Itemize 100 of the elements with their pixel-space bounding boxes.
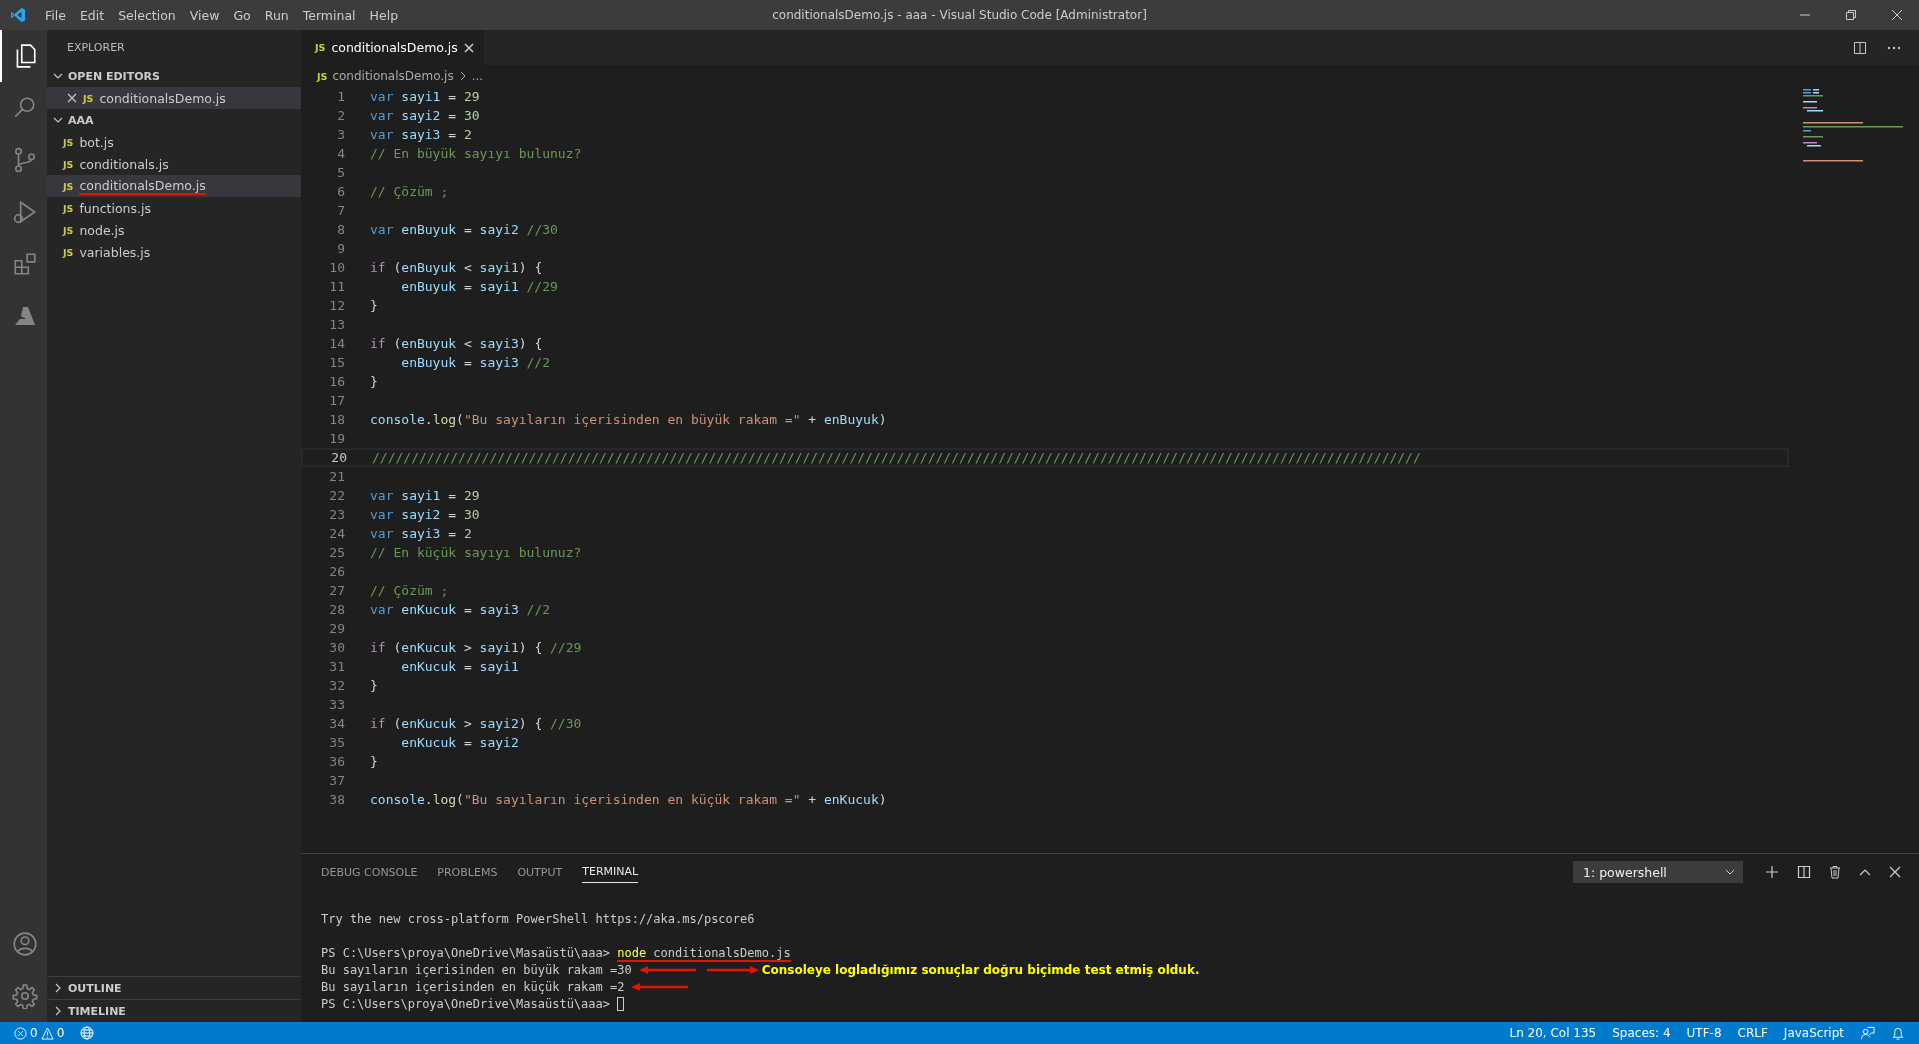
error-icon: [14, 1026, 27, 1040]
bell-icon[interactable]: [1891, 1025, 1905, 1041]
menu-item[interactable]: Selection: [111, 7, 183, 23]
code-line: // Çözüm ;: [370, 583, 449, 598]
editor-tab[interactable]: JS conditionalsDemo.js: [301, 30, 484, 65]
split-editor-icon[interactable]: [1853, 40, 1867, 55]
code-line: if (enBuyuk < sayi3) {: [370, 336, 543, 351]
trash-icon[interactable]: [1829, 865, 1841, 879]
code-line: enBuyuk = sayi1 //29: [400, 279, 558, 294]
section-header[interactable]: AAA: [47, 109, 301, 131]
line-number: 18: [328, 412, 346, 427]
chevron-up-icon[interactable]: [1859, 868, 1871, 876]
close-icon[interactable]: [1889, 866, 1901, 878]
line-number: 35: [328, 735, 346, 750]
code-line: }: [370, 754, 378, 769]
line-number: 33: [328, 697, 346, 712]
line-number: 17: [328, 393, 346, 408]
line-number: 30: [328, 640, 346, 655]
chevron-icon: [53, 115, 63, 125]
line-number: 20: [330, 450, 348, 465]
line-number: 37: [328, 773, 346, 788]
line-number: 6: [336, 184, 346, 199]
explorer-entry[interactable]: JS node.js: [47, 219, 301, 241]
panel-tab[interactable]: DEBUG CONSOLE: [321, 861, 418, 883]
terminal-dropdown[interactable]: 1: powershell: [1573, 861, 1743, 883]
window-title: conditionalsDemo.js - aaa - Visual Studio Code [Administrator]: [772, 8, 1147, 22]
menu-item[interactable]: Go: [226, 7, 258, 23]
section-header[interactable]: OUTLINE: [47, 976, 301, 999]
close-icon[interactable]: [67, 93, 77, 103]
code-line: // En büyük sayıyı bulunuz?: [370, 146, 582, 161]
app-logo-icon: [10, 7, 26, 23]
line-number: 15: [328, 355, 346, 370]
caret-icon: [1725, 869, 1735, 875]
line-number: 3: [336, 127, 346, 142]
line-number: 27: [328, 583, 346, 598]
code-line: if (enBuyuk < sayi1) {: [370, 260, 543, 275]
panel-tab[interactable]: PROBLEMS: [437, 861, 498, 883]
menu-item[interactable]: Run: [257, 7, 296, 23]
code-line: var sayi2 = 30: [370, 108, 480, 123]
line-number: 32: [328, 678, 346, 693]
globe-icon[interactable]: [80, 1026, 95, 1040]
line-number: 14: [328, 336, 346, 351]
status-item[interactable]: Spaces: 4: [1612, 1026, 1671, 1040]
open-editor-item[interactable]: JS conditionalsDemo.js: [47, 87, 301, 109]
line-number: 13: [328, 317, 346, 332]
terminal-line: PS C:\Users\proya\OneDrive\Masaüstü\aaa>: [321, 996, 611, 1011]
menu-item[interactable]: Edit: [72, 7, 112, 23]
plus-icon[interactable]: [1765, 865, 1779, 879]
status-item[interactable]: CRLF: [1737, 1026, 1768, 1040]
line-number: 28: [328, 602, 346, 617]
explorer-entry[interactable]: JS functions.js: [47, 197, 301, 219]
warning-icon: [40, 1026, 54, 1040]
line-number: 21: [328, 469, 346, 484]
close-icon[interactable]: [463, 42, 474, 53]
status-item[interactable]: UTF-8: [1686, 1026, 1722, 1040]
split-terminal-icon[interactable]: [1797, 865, 1811, 879]
status-item[interactable]: Ln 20, Col 135: [1509, 1026, 1597, 1040]
breadcrumb-item[interactable]: conditionalsDemo.js: [332, 69, 454, 83]
section-header[interactable]: OPEN EDITORS: [47, 65, 301, 87]
menu-item[interactable]: View: [182, 7, 227, 23]
status-item[interactable]: JavaScript: [1783, 1026, 1844, 1040]
explorer-entry[interactable]: JS variables.js: [47, 241, 301, 263]
code-line: var sayi3 = 2: [370, 526, 472, 541]
line-number: 8: [336, 222, 346, 237]
code-line: }: [370, 374, 378, 389]
code-line: var sayi1 = 29: [370, 488, 480, 503]
annotation-arrow: [705, 964, 760, 975]
line-number: 11: [328, 279, 346, 294]
code-line: var enBuyuk = sayi2 //30: [370, 222, 558, 237]
panel-tab[interactable]: OUTPUT: [517, 861, 563, 883]
code-line: }: [370, 298, 378, 313]
menu-item[interactable]: Terminal: [295, 7, 363, 23]
file-type-label: JS: [317, 70, 328, 82]
line-number: 31: [328, 659, 346, 674]
menu-item[interactable]: File: [38, 7, 73, 23]
close-icon[interactable]: [1891, 9, 1903, 21]
explorer-entry[interactable]: JS conditionals.js: [47, 153, 301, 175]
chevron-icon: [53, 71, 63, 81]
explorer-entry[interactable]: JS conditionalsDemo.js: [47, 175, 301, 197]
terminal-line: PS C:\Users\proya\OneDrive\Masaüstü\aaa> node conditionalsDemo.js: [321, 945, 791, 960]
breadcrumb-item[interactable]: ...: [471, 69, 484, 83]
line-number: 29: [328, 621, 346, 636]
line-number: 16: [328, 374, 346, 389]
chevron-icon: [53, 983, 63, 993]
feedback-icon[interactable]: [1860, 1025, 1875, 1041]
line-number: 22: [328, 488, 346, 503]
more-icon[interactable]: [1887, 45, 1901, 50]
line-number: 38: [328, 792, 346, 807]
panel-tab[interactable]: TERMINAL: [582, 861, 639, 883]
menu-item[interactable]: Help: [362, 7, 406, 23]
chevron-icon: [458, 71, 467, 81]
terminal-line: Try the new cross-platform PowerShell https://aka.ms/pscore6: [321, 911, 755, 926]
code-line: // Çözüm ;: [370, 184, 449, 199]
code-line: enKucuk = sayi2: [400, 735, 519, 750]
terminal-line: Bu sayıların içerisinden en küçük rakam =2: [321, 979, 625, 994]
line-number: 2: [336, 108, 346, 123]
line-number: 9: [336, 241, 346, 256]
problems-indicator[interactable]: 0 0: [14, 1026, 65, 1040]
explorer-entry[interactable]: JS bot.js: [47, 131, 301, 153]
restore-icon[interactable]: [1845, 9, 1857, 21]
